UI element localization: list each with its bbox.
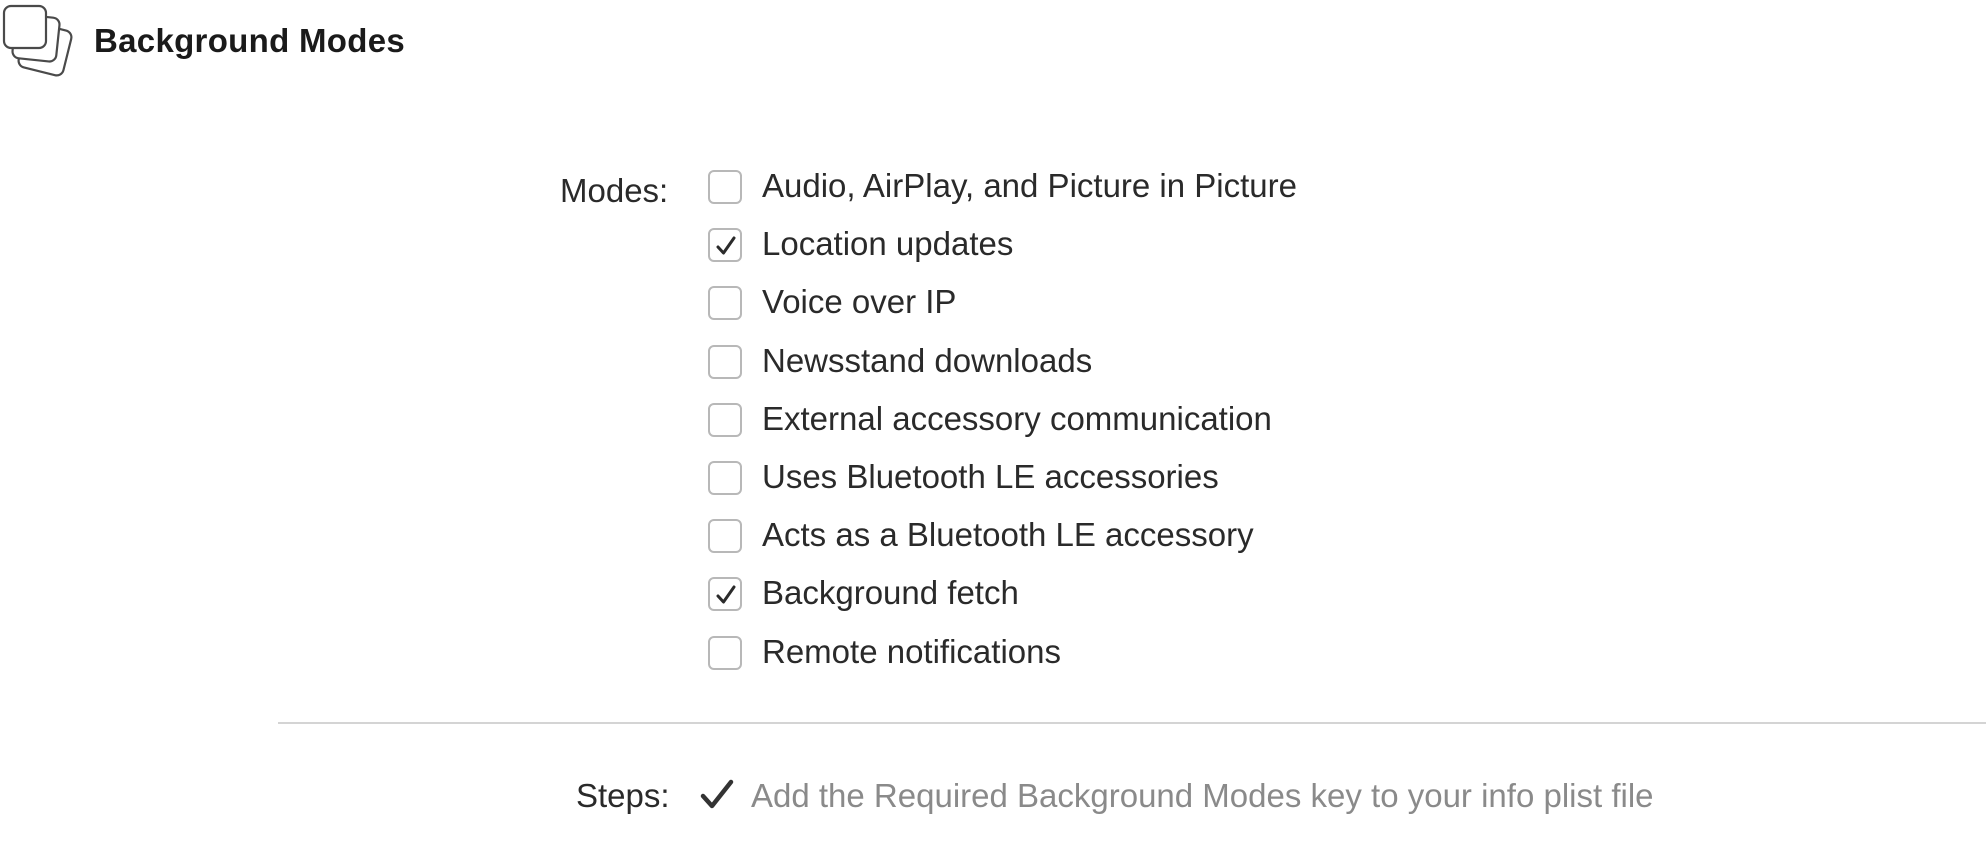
checkmark-icon	[716, 585, 736, 604]
mode-item-voice-over-ip[interactable]: Voice over IP	[708, 280, 1297, 338]
checkmark-icon	[700, 779, 734, 809]
section-title: Background Modes	[94, 22, 406, 59]
mode-item-acts-as-bluetooth-le[interactable]: Acts as a Bluetooth LE accessory	[708, 513, 1297, 571]
checkbox-external-accessory[interactable]	[708, 402, 742, 437]
mode-label: Location updates	[762, 225, 1014, 263]
mode-label: Uses Bluetooth LE accessories	[762, 457, 1219, 495]
step-item: Add the Required Background Modes key to…	[751, 777, 1654, 814]
mode-item-uses-bluetooth-le[interactable]: Uses Bluetooth LE accessories	[708, 455, 1297, 513]
mode-label: Audio, AirPlay, and Picture in Picture	[762, 167, 1297, 204]
mode-item-background-fetch[interactable]: Background fetch	[708, 571, 1297, 629]
checkbox-background-fetch[interactable]	[708, 577, 742, 612]
mode-item-external-accessory[interactable]: External accessory communication	[708, 397, 1297, 455]
mode-item-remote-notifications[interactable]: Remote notifications	[708, 630, 1297, 688]
mode-item-newsstand-downloads[interactable]: Newsstand downloads	[708, 339, 1297, 397]
checkbox-voice-over-ip[interactable]	[708, 286, 742, 321]
mode-label: External accessory communication	[762, 399, 1272, 437]
mode-item-audio-airplay-pip[interactable]: Audio, AirPlay, and Picture in Picture	[708, 164, 1297, 222]
modes-label: Modes:	[560, 172, 669, 209]
mode-label: Newsstand downloads	[762, 341, 1093, 379]
background-modes-icon	[2, 4, 73, 77]
checkmark-icon	[716, 236, 736, 255]
checkbox-audio-airplay-pip[interactable]	[708, 170, 742, 204]
mode-label: Background fetch	[762, 574, 1019, 612]
mode-item-location-updates[interactable]: Location updates	[708, 222, 1297, 280]
mode-label: Acts as a Bluetooth LE accessory	[762, 516, 1254, 554]
section-divider	[278, 722, 1986, 724]
checkbox-uses-bluetooth-le[interactable]	[708, 460, 742, 495]
mode-label: Voice over IP	[762, 283, 957, 321]
checkbox-remote-notifications[interactable]	[708, 635, 742, 670]
mode-label: Remote notifications	[762, 632, 1061, 670]
checkbox-newsstand-downloads[interactable]	[708, 344, 742, 379]
modes-list: Audio, AirPlay, and Picture in Picture L…	[708, 164, 1297, 688]
checkbox-location-updates[interactable]	[708, 228, 742, 263]
checkbox-acts-as-bluetooth-le[interactable]	[708, 519, 742, 554]
steps-label: Steps:	[576, 777, 670, 814]
